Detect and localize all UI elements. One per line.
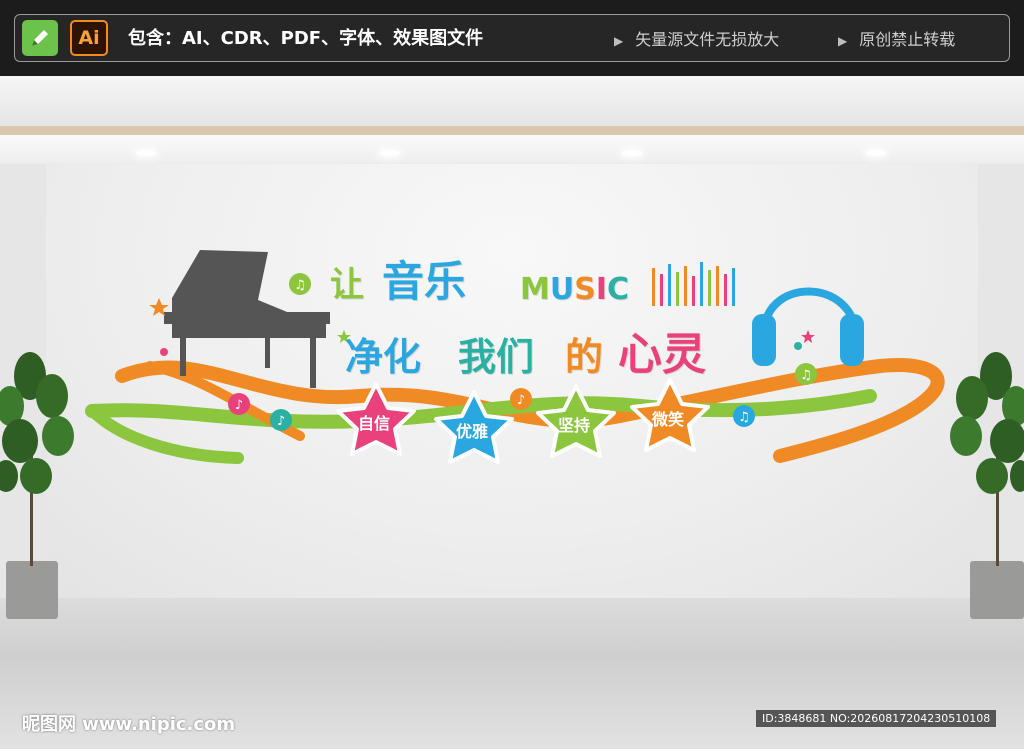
music-note-icon: ♪: [510, 388, 532, 410]
svg-text:♫: ♫: [294, 278, 306, 293]
slogan-yinyue: 音乐: [382, 257, 467, 306]
slogan-jinghua: 净化: [345, 335, 422, 379]
music-note-icon: ♫: [289, 273, 311, 295]
star-icon: [801, 330, 815, 343]
equalizer-icon: [652, 262, 735, 306]
music-letter: U: [549, 272, 575, 307]
triangle-right-icon: ▶: [614, 34, 624, 48]
slogan-de: 的: [565, 335, 604, 379]
triangle-right-icon: ▶: [838, 34, 848, 48]
svg-text:♫: ♫: [738, 410, 750, 425]
badge-label-smile: 微笑: [652, 410, 685, 429]
music-letter: I: [595, 272, 608, 307]
badge-label-persistence: 坚持: [558, 416, 591, 435]
adobe-illustrator-icon: Ai: [70, 20, 108, 56]
music-note-icon: ♪: [228, 393, 250, 415]
badge-label-confidence: 自信: [358, 414, 391, 433]
music-note-icon: ♪: [270, 409, 292, 431]
badge-label-elegance: 优雅: [456, 422, 489, 441]
top-banner: Ai 包含：AI、CDR、PDF、字体、效果图文件 ▶ 矢量源文件无损放大 ▶ 原创…: [0, 0, 1024, 76]
potted-plant: [0, 352, 74, 619]
room-scene: ♫ ♪ ♪ ♪ ♫ ♫ 让 音乐 MUSIC 净化 我们 的 心灵 自信 优雅 …: [0, 76, 1024, 749]
site-watermark: 昵图网 www.nipic.com: [22, 714, 236, 735]
slogan-music: MUSIC: [520, 272, 629, 307]
music-letter: S: [574, 272, 596, 307]
file-formats-text: 包含：AI、CDR、PDF、字体、效果图文件: [128, 28, 484, 49]
svg-text:♪: ♪: [517, 393, 525, 408]
wall-decoration: ♫ ♪ ♪ ♪ ♫ ♫: [85, 250, 945, 464]
music-note-icon: ♫: [795, 363, 817, 385]
feature-lossless-label: 矢量源文件无损放大: [635, 30, 780, 49]
feature-lossless: ▶ 矢量源文件无损放大: [614, 26, 779, 50]
potted-plant: [950, 352, 1024, 619]
music-letter: C: [607, 272, 630, 307]
feature-original: ▶ 原创禁止转载: [838, 26, 955, 50]
slogan-rang: 让: [330, 265, 364, 305]
dot: [160, 348, 168, 356]
svg-text:♪: ♪: [277, 414, 285, 429]
music-letter: M: [520, 272, 550, 307]
edit-icon: [22, 20, 58, 56]
slogan-women: 我们: [458, 335, 535, 379]
image-id-watermark: ID:3848681 NO:20260817204230510108: [756, 710, 997, 727]
headphones-icon: [752, 287, 864, 366]
feature-original-label: 原创禁止转载: [859, 30, 956, 49]
music-note-icon: ♫: [733, 405, 755, 427]
svg-text:♫: ♫: [800, 368, 812, 383]
svg-text:♪: ♪: [235, 398, 243, 413]
slogan-xinling: 心灵: [618, 329, 706, 380]
dot: [794, 342, 802, 350]
